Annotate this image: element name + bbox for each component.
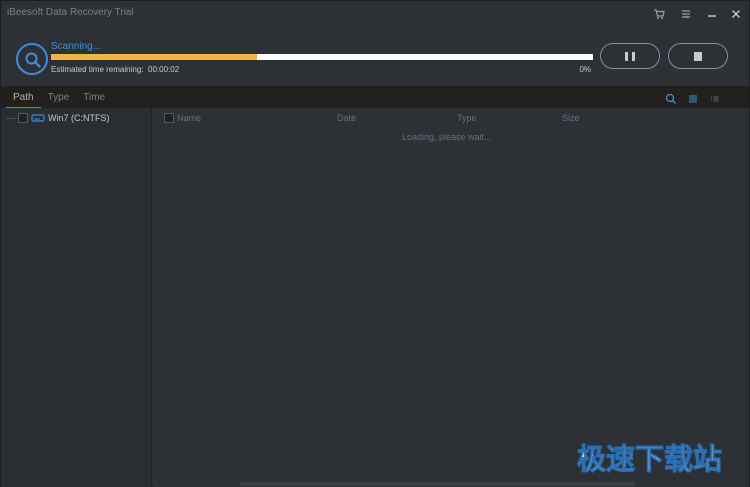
file-list-panel: Name Date Type Size Loading, please wait… [153, 108, 749, 487]
tab-type[interactable]: Type [41, 89, 77, 109]
folder-tree-panel: Win7 (C:NTFS) [1, 108, 152, 487]
tab-time[interactable]: Time [76, 89, 112, 109]
pause-icon-bar [632, 52, 635, 61]
list-view-icon[interactable] [687, 92, 699, 104]
view-tabs: Path Type Time [6, 89, 112, 109]
toolbar-band [1, 86, 749, 108]
pause-icon [625, 52, 628, 61]
tree-item-drive[interactable]: Win7 (C:NTFS) [7, 111, 110, 125]
column-header-type[interactable]: Type [457, 113, 477, 123]
menu-icon[interactable] [679, 7, 693, 21]
stop-button[interactable] [668, 43, 728, 69]
minimize-icon[interactable] [705, 7, 719, 21]
column-header-name[interactable]: Name [177, 113, 201, 123]
tree-item-label: Win7 (C:NTFS) [48, 113, 110, 123]
eta-value: 00:00:02 [148, 65, 180, 74]
loading-message: Loading, please wait... [402, 132, 492, 142]
watermark-logo: 极速下载站 [577, 442, 723, 477]
eta-label: Estimated time remaining: [51, 65, 144, 74]
detail-view-icon[interactable] [709, 92, 721, 104]
select-all-checkbox[interactable] [164, 113, 174, 123]
scan-progress-fill [51, 54, 257, 60]
title-bar: iBeesoft Data Recovery Trial [1, 1, 749, 27]
search-icon[interactable] [665, 92, 677, 104]
pause-button[interactable] [600, 43, 660, 69]
scan-status-text: Scanning... [51, 41, 102, 52]
app-window: iBeesoft Data Recovery Trial Scanning...… [0, 0, 750, 487]
tree-connector [7, 117, 15, 119]
stop-icon [694, 52, 702, 61]
scan-search-icon [16, 43, 48, 75]
progress-percent: 0% [579, 65, 591, 74]
cart-icon[interactable] [652, 7, 666, 21]
column-header-date[interactable]: Date [337, 113, 356, 123]
column-header-size[interactable]: Size [562, 113, 580, 123]
drive-icon [31, 113, 45, 123]
view-options [665, 92, 721, 104]
window-title: iBeesoft Data Recovery Trial [7, 7, 134, 18]
svg-text:极速下载站: 极速下载站 [577, 442, 722, 476]
close-icon[interactable] [729, 7, 743, 21]
scan-progress-bar [51, 54, 593, 60]
horizontal-scrollbar[interactable] [239, 482, 635, 486]
tree-item-checkbox[interactable] [18, 113, 28, 123]
tab-path[interactable]: Path [6, 89, 41, 109]
